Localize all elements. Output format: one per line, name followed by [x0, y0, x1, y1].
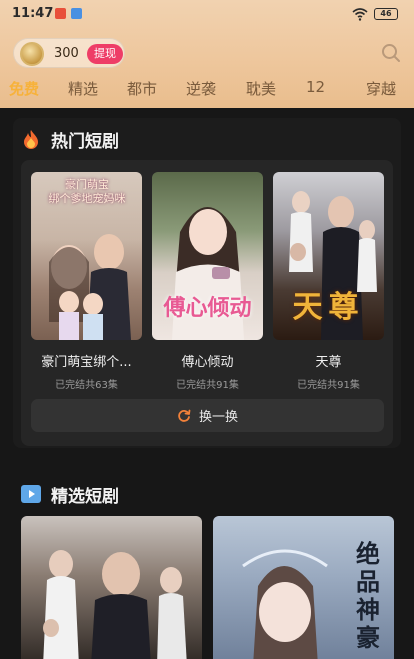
tab-comeback[interactable]: 逆袭 [186, 78, 216, 99]
poster-title-text: 傅心倾动 [163, 295, 252, 321]
status-bar: 11:47 46 [0, 0, 414, 28]
featured-header: 精选短剧 [21, 483, 119, 507]
app-notification-icon [71, 8, 82, 19]
tab-free[interactable]: 免费 [9, 78, 39, 99]
drama-poster[interactable]: 傅心倾动 [152, 172, 263, 340]
poster-title-text: 绝品神豪 [356, 539, 380, 652]
coin-count: 300 [54, 46, 79, 61]
section-title: 精选短剧 [51, 486, 119, 507]
drama-title: 天尊 [315, 355, 342, 370]
drama-title: 豪门萌宝绑个... [41, 355, 132, 370]
tab-12[interactable]: 12 [306, 78, 325, 96]
drama-poster[interactable]: 豪门萌宝 绑个爹地宠妈咪 [31, 172, 142, 340]
coin-balance[interactable]: 300 提现 [13, 38, 125, 68]
drama-card[interactable]: 傅心倾动 傅心倾动 已完结共91集 [152, 172, 263, 391]
hot-dramas-header: 热门短剧 [21, 128, 119, 152]
drama-episodes: 已完结共91集 [176, 380, 239, 391]
play-icon [21, 484, 41, 504]
poster-title-text: 豪门萌宝 绑个爹地宠妈咪 [48, 178, 126, 205]
flame-icon [21, 129, 41, 149]
drama-card[interactable]: 天尊 天尊 已完结共91集 [273, 172, 384, 391]
refresh-icon [178, 409, 191, 422]
drama-poster[interactable]: 天尊 [273, 172, 384, 340]
category-tabs: 免费 精选 都市 逆袭 耽美 12 穿越 [0, 78, 414, 102]
drama-episodes: 已完结共63集 [55, 380, 118, 391]
swap-label: 换一换 [198, 410, 238, 425]
swap-button[interactable]: 换一换 [31, 399, 384, 432]
status-time: 11:47 [12, 6, 54, 21]
featured-poster[interactable] [21, 516, 202, 659]
poster-title-text: 天尊 [292, 290, 365, 325]
battery-icon: 46 [374, 8, 398, 20]
coin-icon [20, 42, 44, 66]
section-title: 热门短剧 [51, 131, 119, 152]
withdraw-button[interactable]: 提现 [87, 44, 123, 64]
featured-poster[interactable]: 绝品神豪 [213, 516, 394, 659]
tab-timetravel[interactable]: 穿越 [366, 78, 396, 99]
drama-card[interactable]: 豪门萌宝 绑个爹地宠妈咪 豪门萌宝绑个... 已完结共63集 [31, 172, 142, 391]
tab-urban[interactable]: 都市 [127, 78, 157, 99]
tab-featured[interactable]: 精选 [68, 78, 98, 99]
drama-title: 傅心倾动 [181, 355, 234, 370]
wifi-icon [352, 8, 368, 21]
notification-icon [55, 8, 66, 19]
drama-episodes: 已完结共91集 [297, 380, 360, 391]
tab-bl[interactable]: 耽美 [246, 78, 276, 99]
search-icon[interactable] [381, 43, 401, 63]
